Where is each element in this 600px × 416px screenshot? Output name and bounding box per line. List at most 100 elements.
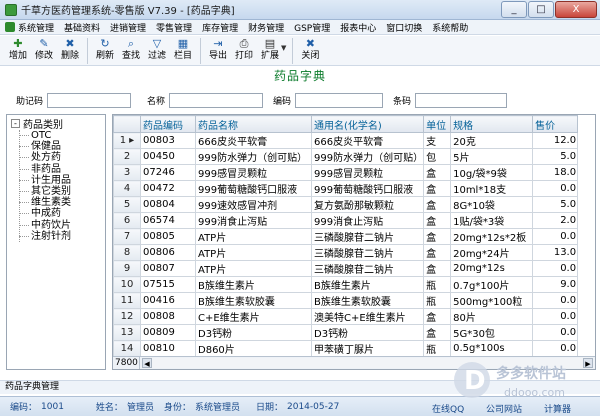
tree-item[interactable]: 中药饮片 (19, 220, 71, 231)
tree-item[interactable]: 其它类别 (19, 186, 71, 197)
menu-retail[interactable]: 零售管理 (151, 21, 197, 34)
minimize-button[interactable]: _ (501, 1, 527, 18)
column-header-drug-name[interactable]: 药品名称 (195, 115, 312, 133)
menu-basic-data[interactable]: 基础资料 (59, 21, 105, 34)
extend-button[interactable]: ▤ 扩展 (257, 36, 283, 65)
cell-row-header[interactable]: 7 (113, 228, 141, 245)
close-window-button[interactable]: X (555, 1, 597, 18)
toolbar: ✚ 增加 ✎ 修改 ✖ 删除 ↻ 刷新 ⌕ 查找 ▽ 过滤 ▦ 栏目 ⇥ 导出 ⎙ 打印 ▤ 扩展 ▼ ✖ 关闭 (0, 36, 600, 66)
column-header-row-header[interactable] (113, 115, 141, 133)
column-header-generic-name[interactable]: 通用名(化学名) (310, 115, 425, 133)
cell-row-header[interactable]: 13 (113, 324, 141, 341)
columns-button[interactable]: ▦ 栏目 (170, 36, 196, 65)
cell-row-header[interactable]: 4 (113, 180, 141, 197)
delete-button[interactable]: ✖ 删除 (57, 36, 83, 65)
barcode-input[interactable] (415, 92, 508, 108)
tree-item[interactable]: OTC (19, 130, 71, 141)
name-input[interactable] (169, 92, 264, 108)
tree-item-label: 中成药 (31, 208, 61, 220)
find-label: 查找 (121, 51, 140, 61)
column-header-drug-code[interactable]: 药品编码 (140, 115, 196, 133)
maximize-button[interactable]: □ (528, 1, 554, 18)
cell-drug-code: 06574 (140, 212, 196, 229)
print-button[interactable]: ⎙ 打印 (231, 36, 257, 65)
row-number: 3 (123, 167, 131, 178)
table-row[interactable]: 3 07246 999感冒灵颗粒 999感冒灵颗粒盒 10g/袋*9袋 18.0 (113, 164, 579, 181)
cell-price: 18.0 (532, 164, 579, 181)
menu-inventory[interactable]: 库存管理 (197, 21, 243, 34)
tree-root[interactable]: - 药品类别 (11, 117, 63, 131)
collapse-icon[interactable]: - (11, 119, 20, 128)
menu-help[interactable]: 系统帮助 (427, 21, 473, 34)
menu-reports[interactable]: 报表中心 (335, 21, 381, 34)
column-header-price[interactable]: 售价 (532, 115, 579, 133)
cell-drug-code: 07515 (140, 276, 196, 293)
row-number: 4 (123, 183, 131, 194)
cell-row-header[interactable]: 14 (113, 340, 141, 357)
edit-button[interactable]: ✎ 修改 (31, 36, 57, 65)
table-row[interactable]: 1 ▸ 00803 666皮炎平软膏 666皮炎平软膏支 20克 12.0 (113, 132, 579, 149)
scroll-left-icon[interactable]: ◀ (142, 358, 152, 368)
table-row[interactable]: 10 07515 B族维生素片 B族维生素片瓶 0.7g*100片 9.0 (113, 276, 579, 293)
menu-purchase-sales[interactable]: 进销管理 (105, 21, 151, 34)
cell-row-header[interactable]: 10 (113, 276, 141, 293)
export-button[interactable]: ⇥ 导出 (205, 36, 231, 65)
menu-window-switch[interactable]: 窗口切换 (381, 21, 427, 34)
close-button[interactable]: ✖ 关闭 (297, 36, 323, 65)
column-header-unit[interactable]: 单位 (423, 115, 452, 133)
cell-unit: 盒 (423, 228, 452, 245)
cell-spec: 10ml*18支 (450, 180, 534, 197)
tree-item[interactable]: 处方药 (19, 152, 71, 163)
table-row[interactable]: 6 06574 999消食止泻贴 999消食止泻贴盒 1贴/袋*3袋 2.0 (113, 212, 579, 229)
table-row[interactable]: 9 00807 ATP片 三磷酸腺苷二钠片盒 20mg*12s 0.0 (113, 260, 579, 277)
table-row[interactable]: 12 00808 C+E维生素片 澳美特C+E维生素片盒 80片 0.0 (113, 308, 579, 325)
cell-row-header[interactable]: 1 ▸ (113, 132, 141, 149)
menu-system-management[interactable]: 系统管理 (0, 21, 59, 34)
cell-row-header[interactable]: 8 (113, 244, 141, 261)
menu-gsp[interactable]: GSP管理 (289, 21, 335, 34)
table-row[interactable]: 8 00806 ATP片 三磷酸腺苷二钠片盒 20mg*24片 13.0 (113, 244, 579, 261)
tree-item[interactable]: 保健品 (19, 141, 71, 152)
cell-row-header[interactable]: 6 (113, 212, 141, 229)
column-header-spec[interactable]: 规格 (450, 115, 534, 133)
toolbar-separator (200, 38, 201, 64)
table-row[interactable]: 13 00809 D3钙粉 D3钙粉盒 5G*30包 0.0 (113, 324, 579, 341)
user-name-label: 姓名： (95, 403, 123, 413)
export-icon: ⇥ (213, 37, 223, 50)
menu-finance[interactable]: 财务管理 (243, 21, 289, 34)
filter-button[interactable]: ▽ 过滤 (144, 36, 170, 65)
table-row[interactable]: 5 00804 999速效感冒冲剂 复方氨酚那敏颗粒盒 8G*10袋 5.0 (113, 196, 579, 213)
mnemonic-input[interactable] (47, 92, 132, 108)
delete-icon: ✖ (65, 37, 75, 50)
cell-generic-name: B族维生素软胶囊 (310, 292, 425, 309)
app-logo-icon (5, 3, 17, 16)
table-row[interactable]: 4 00472 999葡萄糖酸钙口服液 999葡萄糖酸钙口服液盒 10ml*18支 0.0 (113, 180, 579, 197)
add-button[interactable]: ✚ 增加 (5, 36, 31, 65)
cell-row-header[interactable]: 5 (113, 196, 141, 213)
watermark-brand: 多多软件站 (496, 365, 566, 382)
user-name-value: 管理员 (126, 403, 154, 413)
row-number: 9 (123, 263, 131, 274)
row-number: 6 (123, 215, 131, 226)
find-button[interactable]: ⌕ 查找 (118, 36, 144, 65)
tree-item[interactable]: 注射针剂 (19, 231, 71, 242)
row-number: 5 (123, 199, 131, 210)
window-title: 千草方医药管理系统-零售版 V7.39 - [药品字典] (21, 6, 235, 17)
code-input[interactable] (295, 92, 384, 108)
table-row[interactable]: 11 00416 B族维生素软胶囊 B族维生素软胶囊瓶 500mg*100粒 0.0 (113, 292, 579, 309)
cell-row-header[interactable]: 3 (113, 164, 141, 181)
cell-row-header[interactable]: 9 (113, 260, 141, 277)
tree-item[interactable]: 非药品 (19, 164, 71, 175)
cell-row-header[interactable]: 2 (113, 148, 141, 165)
cell-row-header[interactable]: 12 (113, 308, 141, 325)
row-number: 8 (123, 247, 131, 258)
dropdown-arrow-icon[interactable]: ▼ (281, 44, 286, 52)
table-row[interactable]: 2 00450 999防水弹力（创可贴） 999防水弹力（创可贴）包 5片 5.0 (113, 148, 579, 165)
record-count: 7800 (113, 357, 140, 369)
refresh-button[interactable]: ↻ 刷新 (92, 36, 118, 65)
tree-item[interactable]: 维生素类 (19, 197, 71, 208)
table-row[interactable]: 7 00805 ATP片 三磷酸腺苷二钠片盒 20mg*12s*2板 0.0 (113, 228, 579, 245)
tree-item[interactable]: 中成药 (19, 208, 71, 219)
tree-item[interactable]: 计生用品 (19, 175, 71, 186)
cell-row-header[interactable]: 11 (113, 292, 141, 309)
